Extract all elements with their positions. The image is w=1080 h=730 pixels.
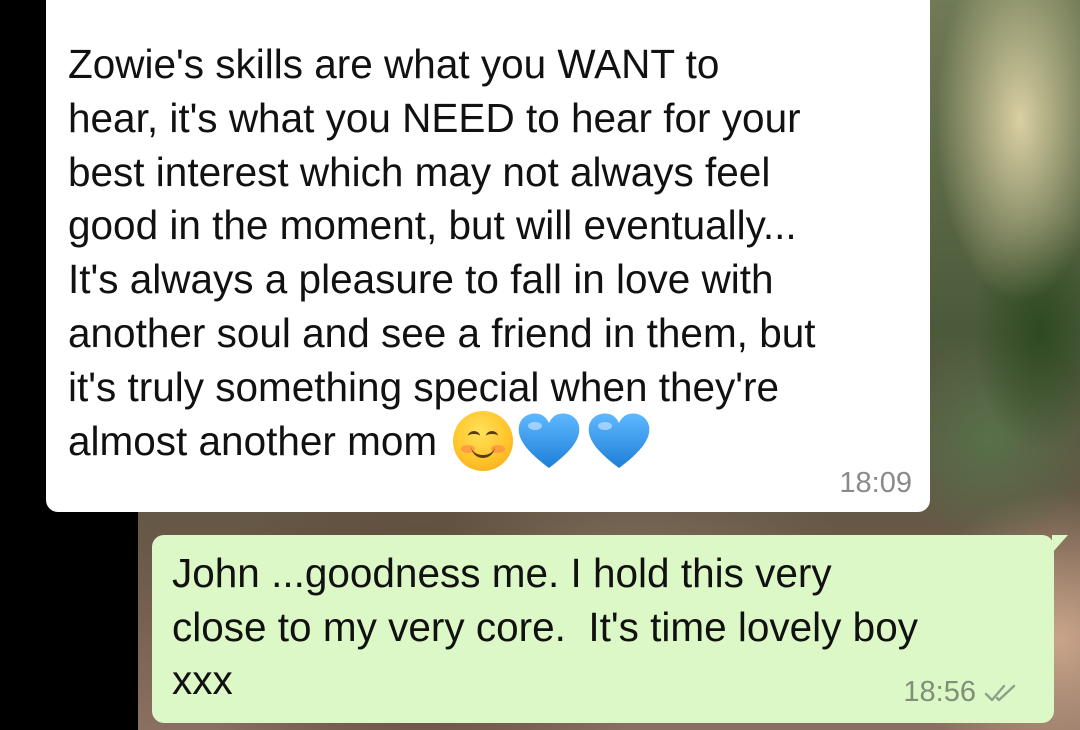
outgoing-message-bubble[interactable]: John ...goodness me. I hold this very cl…: [152, 535, 1068, 723]
double-check-icon: [984, 684, 1016, 701]
emoji-group: [453, 410, 653, 472]
incoming-message-body: Zowie's skills are what you WANT to hear…: [68, 41, 816, 464]
blue-heart-icon: [518, 413, 580, 468]
smiling-face-icon: [453, 410, 514, 471]
incoming-message-bubble[interactable]: Zowie's skills are what you WANT to hear…: [46, 0, 930, 512]
incoming-message-time: 18:09: [839, 467, 912, 499]
outgoing-message-meta: 18:56: [903, 676, 1018, 709]
bubble-tail: [1052, 535, 1068, 553]
incoming-message-text: Zowie's skills are what you WANT to hear…: [68, 38, 918, 472]
outgoing-message-time: 18:56: [903, 676, 976, 708]
blue-heart-icon: [588, 413, 650, 468]
